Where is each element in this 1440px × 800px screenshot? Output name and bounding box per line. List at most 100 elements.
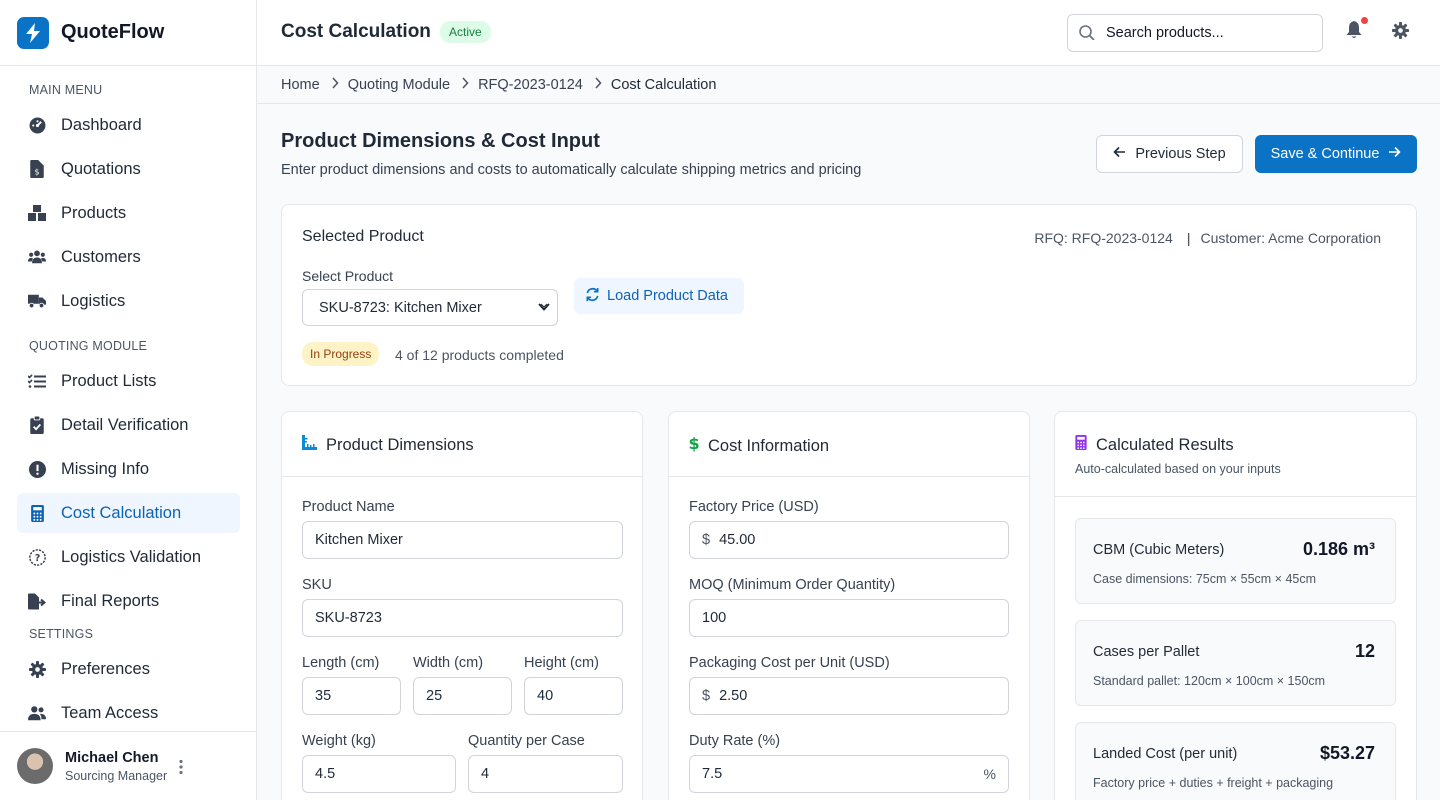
nav-section-quoting: QUOTING MODULE — [29, 339, 148, 353]
brand[interactable]: QuoteFlow — [0, 0, 256, 66]
load-product-data-button[interactable]: Load Product Data — [574, 278, 744, 314]
chevron-right-icon — [461, 77, 469, 92]
product-name-label: Product Name — [302, 499, 395, 515]
width-field[interactable]: 25 — [413, 677, 512, 715]
file-export-icon — [28, 592, 46, 610]
sku-value: SKU-8723 — [315, 610, 382, 626]
file-invoice-icon: $ — [28, 160, 46, 178]
previous-step-button[interactable]: Previous Step — [1096, 135, 1243, 173]
sidebar-item-label: Logistics Validation — [61, 547, 202, 566]
save-continue-label: Save & Continue — [1270, 146, 1380, 162]
packaging-cost-field[interactable]: $2.50 — [689, 677, 1009, 715]
sidebar-item-logistics-validation[interactable]: ? Logistics Validation — [17, 537, 240, 577]
factory-price-field[interactable]: $45.00 — [689, 521, 1009, 559]
duty-rate-field[interactable]: 7.5% — [689, 755, 1009, 793]
bell-icon[interactable] — [1346, 21, 1362, 44]
user-profile[interactable]: Michael Chen Sourcing Manager — [0, 731, 256, 800]
progress-status-badge: In Progress — [302, 342, 380, 366]
product-select[interactable]: SKU-8723: Kitchen Mixer — [302, 289, 558, 326]
sidebar-item-label: Cost Calculation — [61, 503, 182, 522]
factory-price-value: 45.00 — [719, 532, 756, 548]
landed-cost-value: $53.27 — [1319, 743, 1375, 763]
quantity-per-case-value: 4 — [481, 766, 490, 782]
height-field[interactable]: 40 — [524, 677, 623, 715]
breadcrumb-home[interactable]: Home — [281, 77, 320, 93]
save-continue-button[interactable]: Save & Continue — [1255, 135, 1417, 173]
sidebar-item-quotations[interactable]: $ Quotations — [17, 149, 240, 189]
sidebar-item-label: Dashboard — [61, 115, 142, 134]
cbm-note: Case dimensions: 75cm × 55cm × 45cm — [1093, 572, 1317, 586]
sidebar-item-product-lists[interactable]: Product Lists — [17, 361, 240, 401]
chevron-down-icon — [537, 300, 551, 318]
breadcrumb-rfq[interactable]: RFQ-2023-0124 — [478, 77, 583, 93]
sidebar-item-label: Customers — [61, 247, 141, 266]
cases-per-pallet-note: Standard pallet: 120cm × 100cm × 150cm — [1093, 674, 1326, 688]
selected-product-card: Selected Product RFQ: RFQ-2023-0124 | Cust… — [281, 204, 1417, 386]
sidebar-item-detail-verification[interactable]: Detail Verification — [17, 405, 240, 445]
length-label: Length (cm) — [302, 655, 380, 671]
sidebar-item-preferences[interactable]: Preferences — [17, 649, 240, 689]
sidebar-item-label: Product Lists — [61, 371, 157, 390]
sku-field[interactable]: SKU-8723 — [302, 599, 623, 637]
cases-per-pallet-result: Cases per Pallet 12 Standard pallet: 120… — [1075, 620, 1396, 706]
packaging-cost-label: Packaging Cost per Unit (USD) — [689, 655, 890, 671]
height-value: 40 — [537, 688, 554, 704]
quantity-per-case-field[interactable]: 4 — [468, 755, 623, 793]
sidebar-item-label: Preferences — [61, 659, 150, 678]
search-input[interactable]: Search products... — [1067, 14, 1323, 52]
sidebar-item-missing-info[interactable]: Missing Info — [17, 449, 240, 489]
avatar — [17, 748, 53, 784]
factory-price-label: Factory Price (USD) — [689, 499, 819, 515]
gear-icon — [28, 660, 46, 678]
results-subtitle: Auto-calculated based on your inputs — [1075, 462, 1281, 476]
width-value: 25 — [426, 688, 443, 704]
users-icon — [28, 248, 46, 266]
calculator-icon — [28, 504, 46, 522]
panel-title: Calculated Results — [1075, 435, 1234, 455]
notification-dot — [1361, 17, 1368, 24]
svg-text:$: $ — [689, 435, 699, 452]
length-field[interactable]: 35 — [302, 677, 401, 715]
moq-label: MOQ (Minimum Order Quantity) — [689, 577, 896, 593]
sidebar-item-logistics[interactable]: Logistics — [17, 281, 240, 321]
panel-title-text: Product Dimensions — [326, 435, 474, 454]
sidebar-item-final-reports[interactable]: Final Reports — [17, 581, 240, 621]
nav-section-main: MAIN MENU — [29, 83, 103, 97]
status-badge: Active — [440, 21, 491, 43]
truck-icon — [28, 292, 46, 310]
sidebar-item-team-access[interactable]: Team Access — [17, 693, 240, 733]
search-placeholder: Search products... — [1106, 25, 1224, 41]
packaging-cost-value: 2.50 — [719, 688, 748, 704]
moq-value: 100 — [702, 610, 727, 626]
moq-field[interactable]: 100 — [689, 599, 1009, 637]
width-label: Width (cm) — [413, 655, 484, 671]
weight-field[interactable]: 4.5 — [302, 755, 456, 793]
svg-text:?: ? — [34, 553, 40, 564]
cbm-value: 0.186 m³ — [1302, 539, 1375, 559]
section-title: Product Dimensions & Cost Input — [281, 130, 600, 152]
customer-name: Customer: Acme Corporation — [1200, 230, 1381, 246]
app-name: QuoteFlow — [61, 21, 165, 43]
sidebar: QuoteFlow MAIN MENU Dashboard $ Quotatio… — [0, 0, 257, 800]
rfq-meta: RFQ: RFQ-2023-0124 | Customer: Acme Corpor… — [1034, 230, 1381, 246]
chevron-right-icon — [331, 77, 339, 92]
breadcrumb: Home Quoting Module RFQ-2023-0124 Cost C… — [257, 66, 1440, 104]
cost-information-panel: $ Cost Information Factory Price (USD) $… — [668, 411, 1030, 800]
cases-per-pallet-value: 12 — [1354, 641, 1375, 661]
more-options-icon[interactable] — [179, 759, 183, 775]
currency-prefix: $ — [702, 532, 711, 548]
duty-rate-label: Duty Rate (%) — [689, 733, 781, 749]
sidebar-item-cost-calculation[interactable]: Cost Calculation — [17, 493, 240, 533]
previous-step-label: Previous Step — [1135, 146, 1226, 162]
search-icon — [1078, 22, 1096, 45]
product-dimensions-panel: Product Dimensions Product Name Kitchen … — [281, 411, 643, 800]
arrow-left-icon — [1113, 146, 1126, 162]
sidebar-item-customers[interactable]: Customers — [17, 237, 240, 277]
settings-gear-icon[interactable] — [1392, 22, 1409, 44]
sidebar-item-dashboard[interactable]: Dashboard — [17, 105, 240, 145]
meta-divider: | — [1186, 230, 1191, 246]
product-name-field[interactable]: Kitchen Mixer — [302, 521, 623, 559]
breadcrumb-quoting-module[interactable]: Quoting Module — [348, 77, 450, 93]
sidebar-item-products[interactable]: Products — [17, 193, 240, 233]
panel-header: $ Cost Information — [669, 412, 1029, 477]
